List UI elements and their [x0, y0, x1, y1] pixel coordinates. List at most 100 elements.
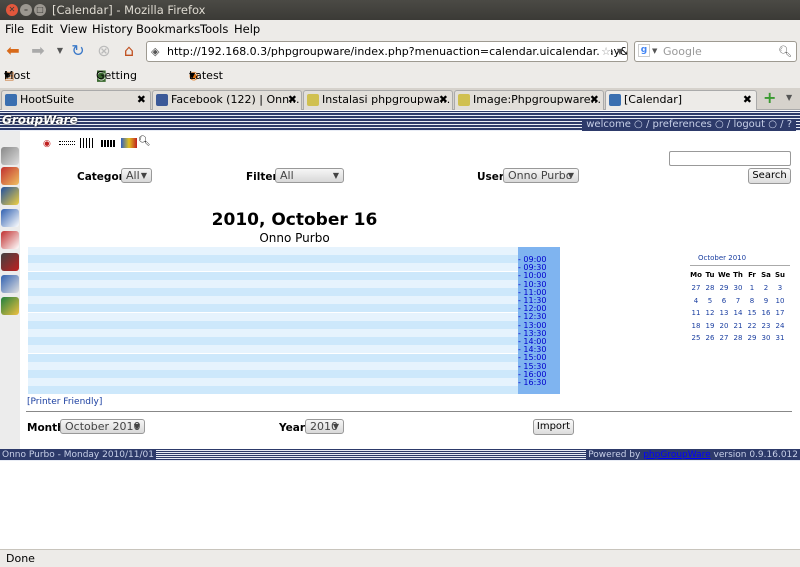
- mini-calendar-day[interactable]: 20: [718, 322, 730, 330]
- mini-calendar-day[interactable]: 31: [774, 334, 786, 342]
- time-slot-row[interactable]: [28, 255, 518, 264]
- mini-calendar-day[interactable]: 29: [718, 284, 730, 292]
- time-slot-row[interactable]: [28, 361, 518, 370]
- time-slot-row[interactable]: [28, 329, 518, 337]
- minimize-window-icon[interactable]: –: [20, 4, 32, 16]
- year-select[interactable]: 2010 ▼: [305, 419, 344, 434]
- maximize-window-icon[interactable]: □: [34, 4, 46, 16]
- mini-calendar-day[interactable]: 10: [774, 297, 786, 305]
- mini-calendar-day[interactable]: 27: [690, 284, 702, 292]
- mini-calendar-day[interactable]: 13: [718, 309, 730, 317]
- mini-calendar-day[interactable]: 22: [746, 322, 758, 330]
- close-window-icon[interactable]: ✕: [6, 4, 18, 16]
- category-select[interactable]: All ▼: [121, 168, 152, 183]
- calendar-search-input[interactable]: [669, 151, 791, 166]
- mini-calendar-day[interactable]: 5: [704, 297, 716, 305]
- mini-calendar-day[interactable]: 15: [746, 309, 758, 317]
- menu-edit[interactable]: Edit: [31, 20, 53, 38]
- list-tabs-icon[interactable]: ▼: [786, 93, 792, 102]
- month-view-icon[interactable]: [101, 140, 115, 147]
- tab-calendar[interactable]: [Calendar] ✖: [605, 90, 757, 110]
- mini-calendar-day[interactable]: 25: [690, 334, 702, 342]
- time-slot-row[interactable]: [28, 337, 518, 346]
- menu-tools[interactable]: Tools: [200, 20, 228, 38]
- back-icon[interactable]: ⬅: [3, 41, 23, 61]
- top-navigation[interactable]: welcome ○ / preferences ○ / logout ○ / ?: [582, 119, 796, 131]
- search-icon[interactable]: 🔍︎: [138, 136, 151, 147]
- google-icon[interactable]: g: [638, 44, 650, 57]
- time-slot-row[interactable]: [28, 378, 518, 387]
- calendar-app-icon[interactable]: [1, 187, 19, 205]
- url-bar[interactable]: ◈ http://192.168.0.3/phpgroupware/index.…: [146, 41, 628, 62]
- filter-select[interactable]: All ▼: [275, 168, 344, 183]
- bookmark-star-icon[interactable]: ☆: [599, 42, 611, 61]
- search-engine-box[interactable]: g ▼ Google 🔍︎: [634, 41, 797, 62]
- mini-calendar-day[interactable]: 19: [704, 322, 716, 330]
- time-slot-row[interactable]: [28, 288, 518, 296]
- search-icon[interactable]: 🔍︎: [778, 42, 792, 61]
- today-icon[interactable]: ◉: [43, 139, 51, 149]
- import-button[interactable]: Import: [533, 419, 574, 435]
- stop-icon[interactable]: ⊗: [94, 41, 114, 61]
- mini-calendar-day[interactable]: 14: [732, 309, 744, 317]
- menu-file[interactable]: File: [5, 20, 24, 38]
- search-button[interactable]: Search: [748, 168, 791, 184]
- menu-bookmarks[interactable]: Bookmarks: [136, 20, 200, 38]
- email-app-icon[interactable]: [1, 253, 19, 271]
- time-slot-row[interactable]: [28, 271, 518, 280]
- mini-calendar-day[interactable]: 30: [732, 284, 744, 292]
- mini-calendar-title[interactable]: October 2010: [698, 254, 746, 262]
- tab-instalasi[interactable]: Instalasi phpgroupwa... ✖: [303, 90, 453, 110]
- mini-calendar-day[interactable]: 23: [760, 322, 772, 330]
- close-tab-icon[interactable]: ✖: [137, 91, 146, 109]
- mini-calendar-day[interactable]: 24: [774, 322, 786, 330]
- time-slot-row[interactable]: [28, 320, 518, 329]
- home-icon[interactable]: ⌂: [119, 41, 139, 61]
- admin-app-icon[interactable]: [1, 147, 19, 165]
- mini-calendar-day[interactable]: 26: [704, 334, 716, 342]
- filemanager-app-icon[interactable]: [1, 297, 19, 315]
- close-tab-icon[interactable]: ✖: [743, 91, 752, 109]
- url-dropdown-icon[interactable]: ▼: [617, 42, 623, 61]
- todo-app-icon[interactable]: [1, 231, 19, 249]
- time-slot-row[interactable]: [28, 370, 518, 378]
- mini-calendar-day[interactable]: 16: [760, 309, 772, 317]
- mini-calendar-day[interactable]: 9: [760, 297, 772, 305]
- engine-dropdown-icon[interactable]: ▼: [652, 42, 657, 61]
- tab-hootsuite[interactable]: HootSuite ✖: [1, 90, 151, 110]
- day-view-icon[interactable]: [59, 141, 75, 145]
- mini-calendar-day[interactable]: 27: [718, 334, 730, 342]
- new-tab-icon[interactable]: +: [763, 89, 776, 107]
- reload-icon[interactable]: ↻: [68, 41, 88, 61]
- week-view-icon[interactable]: [80, 138, 95, 148]
- close-tab-icon[interactable]: ✖: [439, 91, 448, 109]
- time-slot-row[interactable]: [28, 296, 518, 305]
- history-dropdown-icon[interactable]: ▼: [50, 41, 70, 61]
- tab-image[interactable]: Image:Phpgroupware... ✖: [454, 90, 604, 110]
- notes-app-icon[interactable]: [1, 209, 19, 227]
- year-view-icon[interactable]: [121, 138, 137, 148]
- time-slot-row[interactable]: [28, 386, 518, 395]
- mini-calendar-day[interactable]: 11: [690, 309, 702, 317]
- time-slot-row[interactable]: [28, 304, 518, 313]
- mini-calendar-day[interactable]: 21: [732, 322, 744, 330]
- mini-calendar-day[interactable]: 1: [746, 284, 758, 292]
- mini-calendar-day[interactable]: 28: [704, 284, 716, 292]
- time-slot-row[interactable]: [28, 353, 518, 362]
- menu-history[interactable]: History: [92, 20, 133, 38]
- mini-calendar-day[interactable]: 17: [774, 309, 786, 317]
- forward-icon[interactable]: ➡: [28, 41, 48, 61]
- close-tab-icon[interactable]: ✖: [288, 91, 297, 109]
- printer-friendly-link[interactable]: [Printer Friendly]: [27, 397, 102, 407]
- time-slot-link[interactable]: - 16:30: [518, 378, 546, 387]
- projects-app-icon[interactable]: [1, 275, 19, 293]
- mini-calendar-day[interactable]: 29: [746, 334, 758, 342]
- mini-calendar-day[interactable]: 3: [774, 284, 786, 292]
- phpgroupware-link[interactable]: phpGroupWare: [643, 450, 710, 460]
- month-select[interactable]: October 2010 ▼: [60, 419, 145, 434]
- mini-calendar-day[interactable]: 12: [704, 309, 716, 317]
- mini-calendar-day[interactable]: 8: [746, 297, 758, 305]
- time-slot-row[interactable]: [28, 279, 518, 288]
- mini-calendar-day[interactable]: 28: [732, 334, 744, 342]
- mini-calendar-day[interactable]: 7: [732, 297, 744, 305]
